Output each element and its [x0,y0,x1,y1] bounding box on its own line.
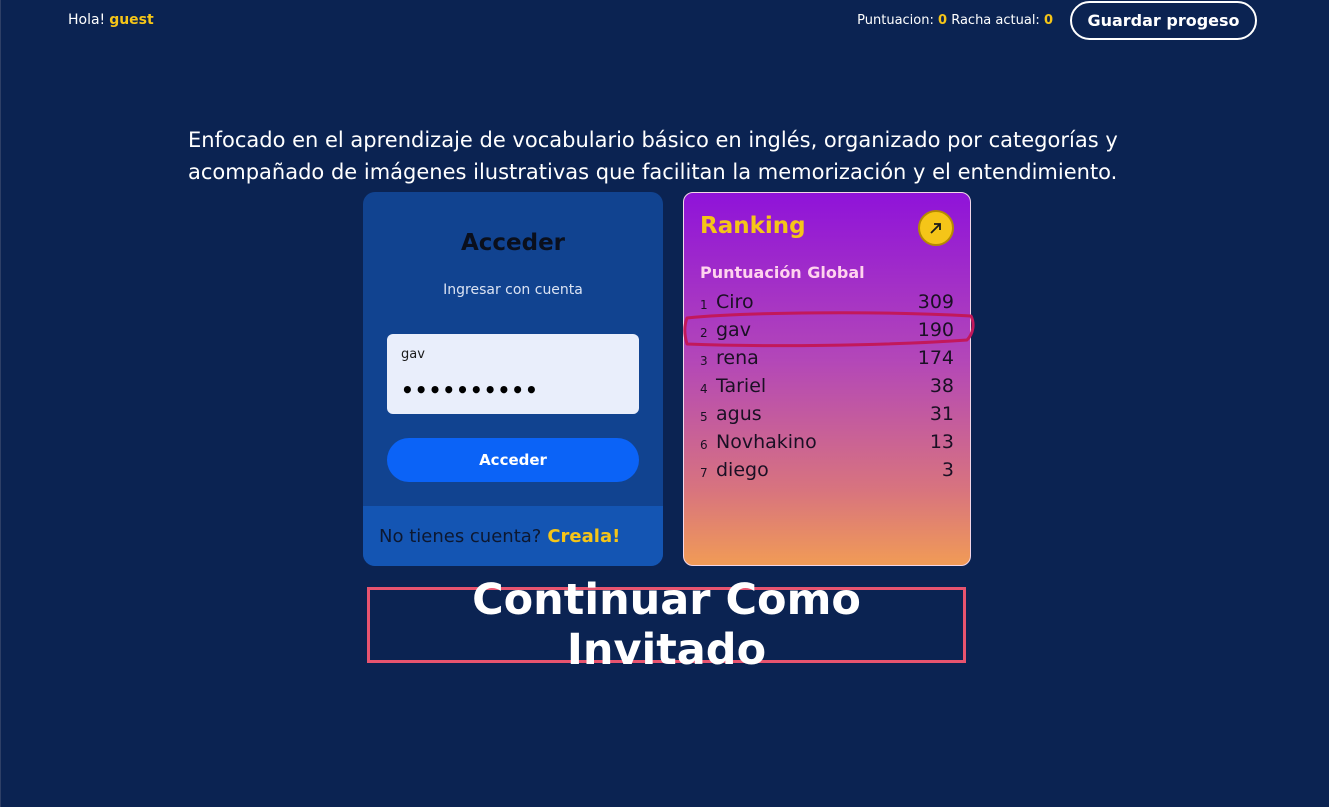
arrow-up-right-icon [930,223,941,234]
intro-text: Enfocado en el aprendizaje de vocabulari… [188,128,1118,184]
score-stats: Puntuacion: 0 Racha actual: 0 [857,13,1053,28]
score-label: Puntuacion: [857,13,934,28]
rank-position: 3 [700,353,708,368]
greeting: Hola! guest [68,12,154,28]
ranking-row: 6 Novhakino 13 [700,428,954,456]
ranking-subtitle: Puntuación Global [700,263,865,282]
rank-position: 1 [700,297,708,312]
login-card: Acceder Ingresar con cuenta gav ••••••••… [363,192,663,566]
rank-name: Novhakino [716,431,817,453]
rank-score: 3 [941,459,954,481]
rank-score: 31 [929,403,954,425]
ranking-card: Ranking Puntuación Global 1 Ciro 309 2 g… [683,192,971,566]
rank-name: Tariel [716,375,767,397]
greeting-label: Hola! [68,12,106,28]
password-field[interactable]: •••••••••• [401,378,621,402]
login-title: Acceder [460,230,566,256]
highlight-outline [683,311,975,348]
rank-position: 4 [700,381,708,396]
login-subtitle: Ingresar con cuenta [443,282,583,298]
signup-footer: No tienes cuenta? Creala! [363,506,663,566]
continue-as-guest-button[interactable]: Continuar Como Invitado [367,575,966,675]
credentials-box: gav •••••••••• [387,334,639,414]
rank-score: 13 [929,431,954,453]
no-account-text: No tienes cuenta? [379,525,542,547]
rank-position: 6 [700,437,708,452]
create-account-link[interactable]: Creala! [547,526,620,547]
ranking-row: 7 diego 3 [700,456,954,484]
rank-score: 174 [917,347,954,369]
ranking-row: 4 Tariel 38 [700,372,954,400]
streak-value: 0 [1043,13,1053,28]
login-button[interactable]: Acceder [387,438,639,482]
rank-position: 5 [700,409,708,424]
rank-name: agus [716,403,762,425]
open-ranking-button[interactable] [918,210,954,246]
score-value: 0 [938,13,948,28]
streak-label: Racha actual: [951,13,1040,28]
save-progress-button[interactable]: Guardar progeso [1070,1,1257,40]
ranking-row: 5 agus 31 [700,400,954,428]
rank-score: 38 [929,375,954,397]
page: Hola! guest Puntuacion: 0 Racha actual: 0… [0,0,1329,807]
rank-name: diego [716,459,769,481]
username-field[interactable]: gav [401,347,621,362]
rank-name: rena [716,347,759,369]
username: guest [109,12,154,28]
ranking-row: 3 rena 174 [700,344,954,372]
rank-position: 7 [700,465,708,480]
ranking-title: Ranking [700,213,806,239]
